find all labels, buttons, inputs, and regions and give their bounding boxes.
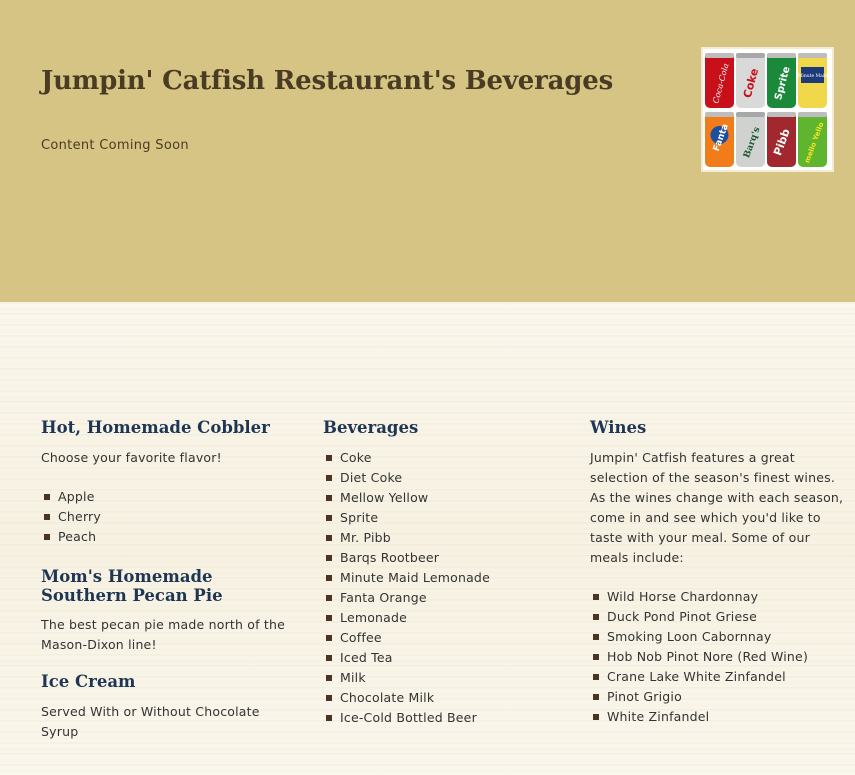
list-item: Minute Maid Lemonade: [323, 568, 573, 588]
list-item: Peach: [41, 527, 301, 547]
pibb-can: Pibb: [767, 112, 796, 167]
cobbler-heading: Hot, Homemade Cobbler: [41, 418, 270, 437]
mello-yello-can: mello Yello: [798, 112, 827, 167]
desserts-column: Hot, Homemade Cobbler Choose your favori…: [41, 418, 301, 742]
coca-cola-can: Coca-Cola: [705, 53, 734, 108]
beverages-list: Coke Diet Coke Mellow Yellow Sprite Mr. …: [323, 448, 573, 728]
list-item: Coffee: [323, 628, 573, 648]
minute-maid-can: Minute Maid: [798, 53, 827, 108]
list-item: Milk: [323, 668, 573, 688]
list-item: Mr. Pibb: [323, 528, 573, 548]
cobbler-intro: Choose your favorite flavor!: [41, 450, 222, 465]
wines-column: Wines Jumpin' Catfish features a great s…: [590, 418, 845, 727]
cobbler-flavor-list: Apple Cherry Peach: [41, 487, 301, 547]
list-item: White Zinfandel: [590, 707, 845, 727]
list-item: Fanta Orange: [323, 588, 573, 608]
page-header: Jumpin' Catfish Restaurant's Beverages C…: [0, 0, 855, 302]
wines-list: Wild Horse Chardonnay Duck Pond Pinot Gr…: [590, 587, 845, 727]
wines-intro: Jumpin' Catfish features a great selecti…: [590, 450, 844, 565]
soda-cans-image: Coca-Cola Coke Sprite Minute Maid Fanta …: [703, 49, 832, 170]
list-item: Crane Lake White Zinfandel: [590, 667, 845, 687]
list-item: Iced Tea: [323, 648, 573, 668]
beverages-column: Beverages Coke Diet Coke Mellow Yellow S…: [323, 418, 573, 728]
svg-text:Minute Maid: Minute Maid: [798, 73, 827, 79]
beverages-heading: Beverages: [323, 418, 419, 437]
pecan-pie-description: The best pecan pie made north of the Mas…: [41, 617, 286, 652]
list-item: Coke: [323, 448, 573, 468]
fanta-can: Fanta: [705, 112, 734, 167]
page-title: Jumpin' Catfish Restaurant's Beverages: [41, 66, 614, 96]
page: Jumpin' Catfish Restaurant's Beverages C…: [0, 0, 855, 775]
list-item: Apple: [41, 487, 301, 507]
list-item: Lemonade: [323, 608, 573, 628]
list-item: Ice-Cold Bottled Beer: [323, 708, 573, 728]
ice-cream-description: Served With or Without Chocolate Syrup: [41, 704, 260, 739]
list-item: Diet Coke: [323, 468, 573, 488]
list-item: Wild Horse Chardonnay: [590, 587, 845, 607]
page-subtitle: Content Coming Soon: [41, 138, 189, 153]
list-item: Pinot Grigio: [590, 687, 845, 707]
list-item: Mellow Yellow: [323, 488, 573, 508]
list-item: Cherry: [41, 507, 301, 527]
list-item: Chocolate Milk: [323, 688, 573, 708]
list-item: Barqs Rootbeer: [323, 548, 573, 568]
barqs-can: Barq's: [736, 112, 765, 167]
list-item: Sprite: [323, 508, 573, 528]
pecan-pie-heading: Mom's Homemade Southern Pecan Pie: [41, 567, 223, 605]
list-item: Hob Nob Pinot Nore (Red Wine): [590, 647, 845, 667]
soda-cans-photo: Coca-Cola Coke Sprite Minute Maid Fanta …: [701, 47, 834, 172]
wines-heading: Wines: [590, 418, 647, 437]
diet-coke-can: Coke: [736, 53, 765, 108]
sprite-can: Sprite: [767, 53, 796, 108]
list-item: Smoking Loon Cabornnay: [590, 627, 845, 647]
list-item: Duck Pond Pinot Griese: [590, 607, 845, 627]
ice-cream-heading: Ice Cream: [41, 672, 136, 691]
